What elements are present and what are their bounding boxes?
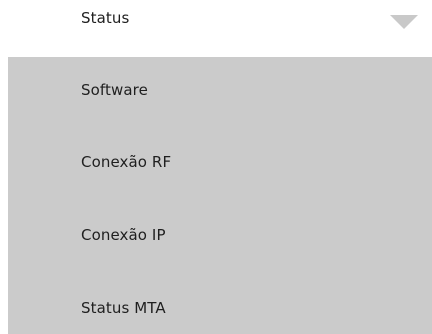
menu-item-status-mta[interactable]: Status MTA [81, 299, 166, 317]
status-dropdown-label: Status [81, 9, 130, 27]
status-dropdown-menu: Software Conexão RF Conexão IP Status MT… [8, 57, 432, 334]
menu-item-conexao-rf[interactable]: Conexão RF [81, 153, 171, 171]
chevron-down-icon[interactable] [390, 15, 418, 29]
status-dropdown-header[interactable]: Status [0, 0, 432, 57]
menu-item-conexao-ip[interactable]: Conexão IP [81, 226, 166, 244]
menu-item-software[interactable]: Software [81, 81, 148, 99]
